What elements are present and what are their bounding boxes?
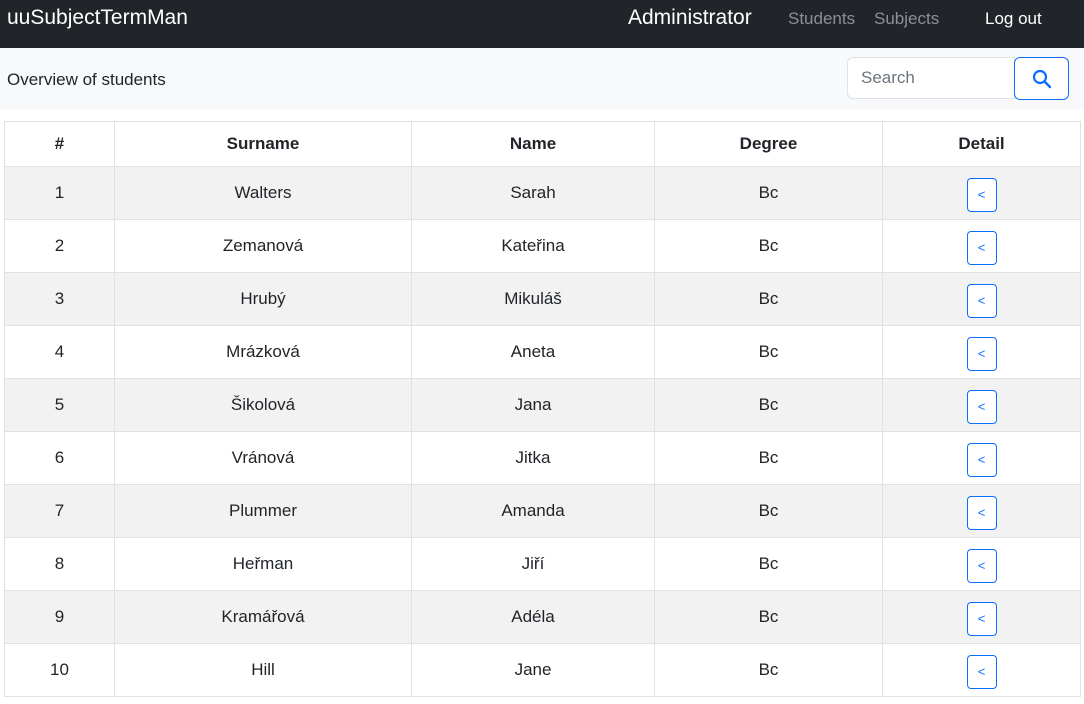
surname-cell: Heřman bbox=[114, 537, 412, 591]
table-row: 8 Heřman Jiří Bc < bbox=[4, 537, 1081, 591]
table-row: 6 Vránová Jitka Bc < bbox=[4, 431, 1081, 485]
surname-cell: Zemanová bbox=[114, 219, 412, 273]
detail-button[interactable]: < bbox=[966, 231, 997, 265]
row-number-cell: 1 bbox=[4, 166, 115, 220]
row-number-cell: 10 bbox=[4, 643, 115, 697]
degree-cell: Bc bbox=[654, 431, 883, 485]
row-number-cell: 4 bbox=[4, 325, 115, 379]
surname-cell: Hill bbox=[114, 643, 412, 697]
name-cell: Jane bbox=[411, 643, 655, 697]
name-cell: Amanda bbox=[411, 484, 655, 538]
search-input[interactable] bbox=[847, 57, 1015, 99]
detail-cell: < bbox=[882, 537, 1081, 591]
table-header-row: # Surname Name Degree Detail bbox=[4, 121, 1081, 167]
name-cell: Jitka bbox=[411, 431, 655, 485]
degree-cell: Bc bbox=[654, 643, 883, 697]
row-number-cell: 7 bbox=[4, 484, 115, 538]
detail-cell: < bbox=[882, 643, 1081, 697]
detail-button[interactable]: < bbox=[966, 443, 997, 477]
row-number-cell: 3 bbox=[4, 272, 115, 326]
name-cell: Kateřina bbox=[411, 219, 655, 273]
chevron-left-icon: < bbox=[977, 611, 986, 626]
degree-cell: Bc bbox=[654, 378, 883, 432]
column-header-surname: Surname bbox=[114, 121, 412, 167]
degree-cell: Bc bbox=[654, 590, 883, 644]
row-number-cell: 8 bbox=[4, 537, 115, 591]
table-row: 9 Kramářová Adéla Bc < bbox=[4, 590, 1081, 644]
row-number-cell: 6 bbox=[4, 431, 115, 485]
students-table-wrapper: # Surname Name Degree Detail 1 Walters Sar… bbox=[4, 121, 1081, 697]
detail-cell: < bbox=[882, 272, 1081, 326]
surname-cell: Kramářová bbox=[114, 590, 412, 644]
detail-cell: < bbox=[882, 166, 1081, 220]
page-header-bar: Overview of students bbox=[0, 48, 1084, 110]
detail-button[interactable]: < bbox=[966, 655, 997, 689]
chevron-left-icon: < bbox=[977, 399, 986, 414]
name-cell: Mikuláš bbox=[411, 272, 655, 326]
search-button[interactable] bbox=[1014, 57, 1069, 100]
surname-cell: Mrázková bbox=[114, 325, 412, 379]
degree-cell: Bc bbox=[654, 537, 883, 591]
detail-button[interactable]: < bbox=[966, 549, 997, 583]
page-title: Overview of students bbox=[7, 70, 166, 89]
table-row: 4 Mrázková Aneta Bc < bbox=[4, 325, 1081, 379]
logout-button[interactable]: Log out bbox=[985, 9, 1042, 29]
detail-button[interactable]: < bbox=[966, 390, 997, 424]
name-cell: Aneta bbox=[411, 325, 655, 379]
table-row: 5 Šikolová Jana Bc < bbox=[4, 378, 1081, 432]
nav-subjects[interactable]: Subjects bbox=[874, 9, 939, 29]
detail-cell: < bbox=[882, 219, 1081, 273]
chevron-left-icon: < bbox=[977, 505, 986, 520]
chevron-left-icon: < bbox=[977, 240, 986, 255]
chevron-left-icon: < bbox=[977, 187, 986, 202]
detail-cell: < bbox=[882, 590, 1081, 644]
students-table: # Surname Name Degree Detail 1 Walters Sar… bbox=[4, 121, 1081, 697]
row-number-cell: 5 bbox=[4, 378, 115, 432]
chevron-left-icon: < bbox=[977, 558, 986, 573]
surname-cell: Walters bbox=[114, 166, 412, 220]
row-number-cell: 9 bbox=[4, 590, 115, 644]
detail-button[interactable]: < bbox=[966, 178, 997, 212]
column-header-detail: Detail bbox=[882, 121, 1081, 167]
chevron-left-icon: < bbox=[977, 452, 986, 467]
column-header-num: # bbox=[4, 121, 115, 167]
name-cell: Adéla bbox=[411, 590, 655, 644]
detail-button[interactable]: < bbox=[966, 496, 997, 530]
top-navbar: uuSubjectTermMan Administrator Students … bbox=[0, 0, 1084, 48]
surname-cell: Šikolová bbox=[114, 378, 412, 432]
detail-button[interactable]: < bbox=[966, 602, 997, 636]
column-header-degree: Degree bbox=[654, 121, 883, 167]
degree-cell: Bc bbox=[654, 272, 883, 326]
table-row: 1 Walters Sarah Bc < bbox=[4, 166, 1081, 220]
chevron-left-icon: < bbox=[977, 664, 986, 679]
table-row: 3 Hrubý Mikuláš Bc < bbox=[4, 272, 1081, 326]
row-number-cell: 2 bbox=[4, 219, 115, 273]
degree-cell: Bc bbox=[654, 219, 883, 273]
column-header-name: Name bbox=[411, 121, 655, 167]
app-brand[interactable]: uuSubjectTermMan bbox=[7, 6, 188, 30]
detail-button[interactable]: < bbox=[966, 284, 997, 318]
surname-cell: Vránová bbox=[114, 431, 412, 485]
detail-cell: < bbox=[882, 484, 1081, 538]
surname-cell: Plummer bbox=[114, 484, 412, 538]
degree-cell: Bc bbox=[654, 484, 883, 538]
detail-button[interactable]: < bbox=[966, 337, 997, 371]
detail-cell: < bbox=[882, 325, 1081, 379]
chevron-left-icon: < bbox=[977, 346, 986, 361]
degree-cell: Bc bbox=[654, 166, 883, 220]
nav-students[interactable]: Students bbox=[788, 9, 855, 29]
user-role: Administrator bbox=[628, 6, 752, 29]
table-row: 2 Zemanová Kateřina Bc < bbox=[4, 219, 1081, 273]
table-row: 7 Plummer Amanda Bc < bbox=[4, 484, 1081, 538]
search-icon bbox=[1032, 69, 1052, 89]
name-cell: Jiří bbox=[411, 537, 655, 591]
name-cell: Sarah bbox=[411, 166, 655, 220]
chevron-left-icon: < bbox=[977, 293, 986, 308]
surname-cell: Hrubý bbox=[114, 272, 412, 326]
name-cell: Jana bbox=[411, 378, 655, 432]
table-row: 10 Hill Jane Bc < bbox=[4, 643, 1081, 697]
degree-cell: Bc bbox=[654, 325, 883, 379]
detail-cell: < bbox=[882, 431, 1081, 485]
detail-cell: < bbox=[882, 378, 1081, 432]
